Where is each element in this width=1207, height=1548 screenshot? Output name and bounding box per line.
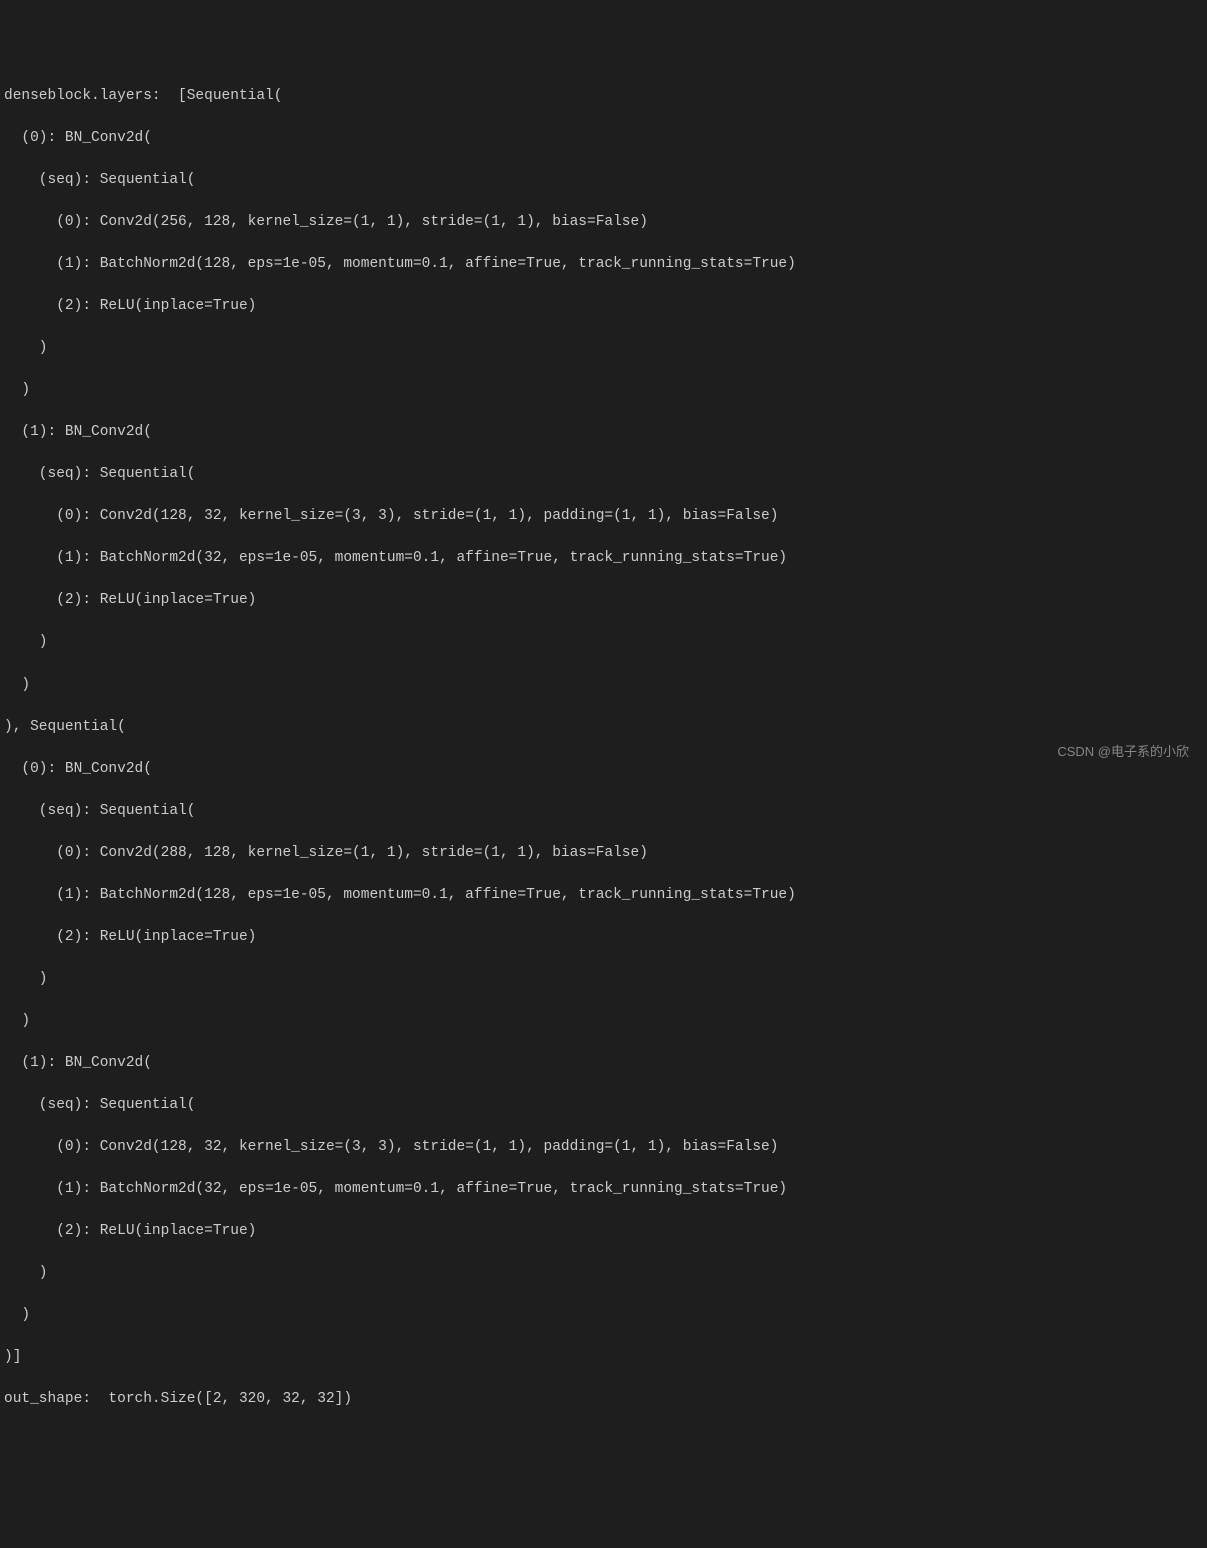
code-line: (2): ReLU(inplace=True): [4, 590, 1207, 611]
code-line: (1): BatchNorm2d(128, eps=1e-05, momentu…: [4, 254, 1207, 275]
code-line: ): [4, 1011, 1207, 1032]
code-line: ): [4, 380, 1207, 401]
code-line: (seq): Sequential(: [4, 801, 1207, 822]
code-line: (seq): Sequential(: [4, 1095, 1207, 1116]
code-line: out_shape: torch.Size([2, 320, 32, 32]): [4, 1389, 1207, 1410]
code-line: (0): Conv2d(256, 128, kernel_size=(1, 1)…: [4, 212, 1207, 233]
code-line: (1): BatchNorm2d(128, eps=1e-05, momentu…: [4, 885, 1207, 906]
terminal-output[interactable]: denseblock.layers: [Sequential( (0): BN_…: [4, 86, 1207, 1410]
code-line: ): [4, 969, 1207, 990]
code-line: ): [4, 1305, 1207, 1326]
code-line: ): [4, 1263, 1207, 1284]
code-line: ), Sequential(: [4, 717, 1207, 738]
code-line: (2): ReLU(inplace=True): [4, 296, 1207, 317]
code-line: (1): BN_Conv2d(: [4, 1053, 1207, 1074]
code-line: (0): Conv2d(128, 32, kernel_size=(3, 3),…: [4, 1137, 1207, 1158]
code-line: ): [4, 632, 1207, 653]
code-line: )]: [4, 1347, 1207, 1368]
code-line: (1): BatchNorm2d(32, eps=1e-05, momentum…: [4, 548, 1207, 569]
code-line: (0): BN_Conv2d(: [4, 759, 1207, 780]
code-line: (seq): Sequential(: [4, 170, 1207, 191]
code-line: ): [4, 338, 1207, 359]
code-line: (0): BN_Conv2d(: [4, 128, 1207, 149]
code-line: (0): Conv2d(128, 32, kernel_size=(3, 3),…: [4, 506, 1207, 527]
code-line: ): [4, 675, 1207, 696]
code-line: (1): BN_Conv2d(: [4, 422, 1207, 443]
code-line: (0): Conv2d(288, 128, kernel_size=(1, 1)…: [4, 843, 1207, 864]
code-line: (2): ReLU(inplace=True): [4, 927, 1207, 948]
code-line: (seq): Sequential(: [4, 464, 1207, 485]
code-line: (2): ReLU(inplace=True): [4, 1221, 1207, 1242]
watermark-text: CSDN @电子系的小欣: [1057, 743, 1189, 762]
code-line: (1): BatchNorm2d(32, eps=1e-05, momentum…: [4, 1179, 1207, 1200]
code-line: denseblock.layers: [Sequential(: [4, 86, 1207, 107]
